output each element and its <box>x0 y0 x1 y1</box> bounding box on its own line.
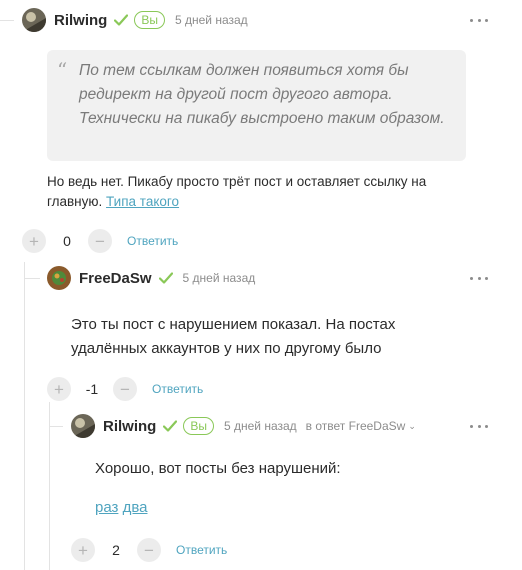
downvote-button[interactable]: − <box>113 377 137 401</box>
you-badge: Вы <box>183 417 214 435</box>
avatar[interactable] <box>71 414 95 438</box>
avatar[interactable] <box>22 8 46 32</box>
avatar[interactable] <box>47 266 71 290</box>
comment-link[interactable]: Типа такого <box>106 194 179 209</box>
comment-text: Это ты пост с нарушением показал. На пос… <box>71 316 396 357</box>
upvote-button[interactable]: + <box>22 229 46 253</box>
post-link-2[interactable]: два <box>123 499 148 516</box>
comment-time[interactable]: 5 дней назад <box>183 271 256 285</box>
you-badge: Вы <box>134 11 165 29</box>
downvote-button[interactable]: − <box>88 229 112 253</box>
quote-icon: “ <box>57 58 68 82</box>
upvote-button[interactable]: + <box>71 538 95 562</box>
more-dots-icon[interactable] <box>470 17 488 23</box>
comment-time[interactable]: 5 дней назад <box>175 13 248 27</box>
comment-text: Хорошо, вот посты без нарушений: <box>95 460 341 477</box>
author-name[interactable]: FreeDaSw <box>79 270 152 287</box>
thread-line <box>49 402 50 570</box>
comment-text-prefix: Но ведь нет. Пикабу просто трёт пост и о… <box>47 174 427 209</box>
thread-line <box>24 262 25 570</box>
comment-links: раз два <box>95 496 147 520</box>
thread-line <box>0 20 14 21</box>
verified-check-icon <box>158 272 173 284</box>
upvote-button[interactable]: + <box>47 377 71 401</box>
reply-to-link[interactable]: в ответ FreeDaSw ⌄ <box>306 419 416 433</box>
comment-header: Rilwing Вы 5 дней назад <box>22 7 248 33</box>
post-link-1[interactable]: раз <box>95 499 118 516</box>
thread-line <box>49 426 63 427</box>
reply-button[interactable]: Ответить <box>127 234 178 248</box>
comment-text: Но ведь нет. Пикабу просто трёт пост и о… <box>47 172 467 212</box>
vote-row: + 0 − Ответить <box>22 229 178 253</box>
comment-score: 2 <box>112 542 120 558</box>
comment-header: Rilwing Вы 5 дней назад в ответ FreeDaSw… <box>71 413 416 439</box>
more-dots-icon[interactable] <box>470 275 488 281</box>
comment-score: 0 <box>63 233 71 249</box>
comment-time[interactable]: 5 дней назад <box>224 419 297 433</box>
verified-check-icon <box>163 420 178 432</box>
quote-block: “ По тем ссылкам должен появиться хотя б… <box>47 50 466 161</box>
reply-button[interactable]: Ответить <box>176 543 227 557</box>
author-name[interactable]: Rilwing <box>54 12 107 29</box>
downvote-button[interactable]: − <box>137 538 161 562</box>
reply-button[interactable]: Ответить <box>152 382 203 396</box>
more-dots-icon[interactable] <box>470 423 488 429</box>
chevron-down-icon: ⌄ <box>408 420 416 431</box>
thread-line <box>24 278 40 279</box>
vote-row: + -1 − Ответить <box>47 377 203 401</box>
author-name[interactable]: Rilwing <box>103 418 156 435</box>
verified-check-icon <box>114 14 129 26</box>
vote-row: + 2 − Ответить <box>71 538 227 562</box>
quote-text: По тем ссылкам должен появиться хотя бы … <box>79 62 445 127</box>
comment-score: -1 <box>85 381 99 397</box>
comment-header: FreeDaSw 5 дней назад <box>47 265 255 291</box>
reply-to-label: в ответ FreeDaSw <box>305 419 406 433</box>
